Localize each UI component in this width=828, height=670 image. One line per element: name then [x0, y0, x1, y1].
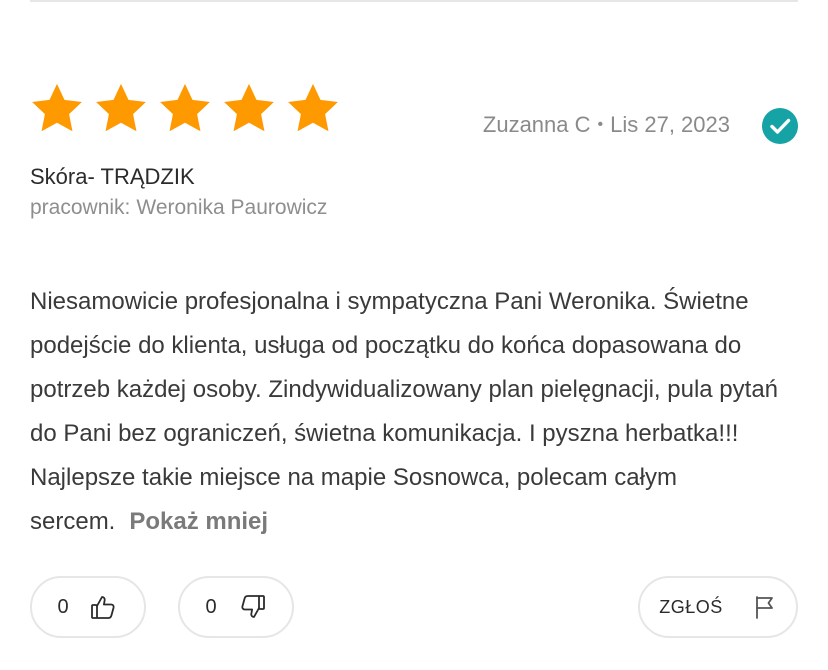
show-less-link[interactable]: Pokaż mniej: [129, 508, 268, 535]
employee-line: pracownik: Weronika Paurowicz: [30, 196, 327, 220]
thumbs-down-button[interactable]: 0: [178, 576, 294, 638]
review-text: Niesamowicie profesjonalna i sympatyczna…: [30, 288, 779, 535]
thumbs-down-icon: [237, 592, 267, 622]
star-rating: [28, 80, 342, 138]
review-card: Zuzanna C • Lis 27, 2023 Skóra- TRĄDZIK …: [0, 0, 828, 670]
review-meta: Zuzanna C • Lis 27, 2023: [483, 112, 730, 138]
service-name: Skóra- TRĄDZIK: [30, 164, 195, 189]
verified-check-icon: [762, 108, 798, 144]
thumbs-up-button[interactable]: 0: [30, 576, 146, 638]
star-icon: [28, 80, 86, 138]
meta-separator: •: [597, 116, 604, 133]
employee-label: pracownik:: [30, 196, 131, 219]
flag-icon: [753, 594, 777, 620]
star-icon: [220, 80, 278, 138]
author-name: Zuzanna C: [482, 112, 591, 137]
star-icon: [284, 80, 342, 138]
top-divider: [30, 0, 798, 2]
thumbs-down-count: 0: [205, 595, 217, 618]
thumbs-up-count: 0: [57, 595, 69, 618]
thumbs-up-icon: [89, 592, 119, 622]
star-icon: [156, 80, 214, 138]
review-date: Lis 27, 2023: [610, 112, 730, 137]
report-label: ZGŁOŚ: [659, 596, 723, 617]
star-icon: [92, 80, 150, 138]
review-text-block: Niesamowicie profesjonalna i sympatyczna…: [30, 280, 800, 544]
report-button[interactable]: ZGŁOŚ: [638, 576, 798, 638]
employee-name: Weronika Paurowicz: [136, 196, 328, 219]
